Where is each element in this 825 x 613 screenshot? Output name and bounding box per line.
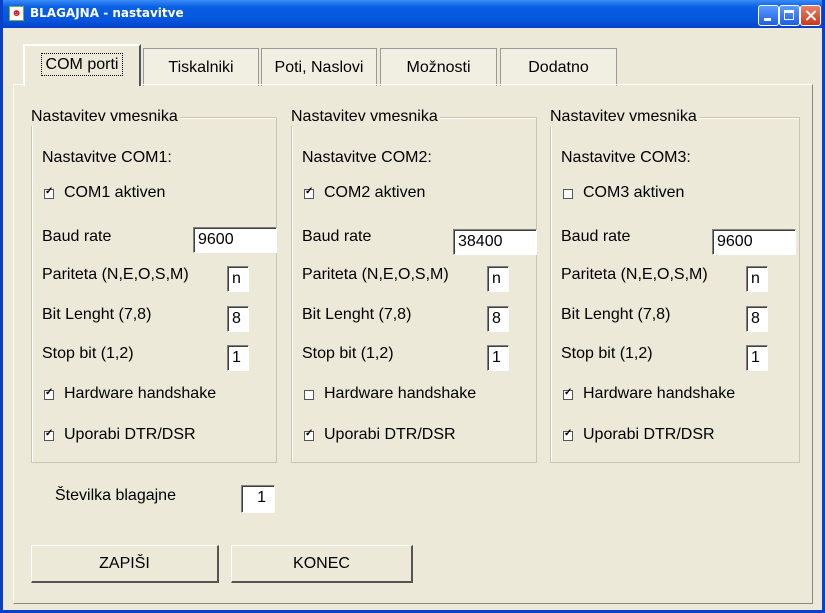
com3-dtr-label[interactable]: Uporabi DTR/DSR xyxy=(583,426,715,444)
com2-parity-input[interactable]: n xyxy=(487,266,509,292)
com2-baud-label: Baud rate xyxy=(302,228,372,245)
com1-group: Nastavitev vmesnika Nastavitve COM1: COM… xyxy=(29,108,277,463)
register-number-label: Številka blagajne xyxy=(55,487,176,504)
maximize-button[interactable] xyxy=(779,5,800,26)
tab-options-label: Možnosti xyxy=(406,59,471,76)
com1-active-label[interactable]: COM1 aktiven xyxy=(64,184,165,202)
com3-hw-label[interactable]: Hardware handshake xyxy=(583,385,735,403)
tab-paths-label: Poti, Naslovi xyxy=(274,59,364,76)
com2-dtr-checkbox[interactable] xyxy=(304,428,314,441)
com2-hw-checkbox[interactable] xyxy=(304,390,314,400)
tab-options[interactable]: Možnosti xyxy=(380,48,497,86)
com1-baud-input[interactable]: 9600 xyxy=(193,227,277,253)
com3-group-title: Nastavitev vmesnika xyxy=(548,108,699,126)
com2-active-checkbox[interactable] xyxy=(304,186,314,199)
com1-dtr-checkbox[interactable] xyxy=(44,428,54,441)
com3-dtr-checkbox[interactable] xyxy=(563,428,573,441)
minimize-button[interactable] xyxy=(758,5,779,26)
com3-parity-input[interactable]: n xyxy=(746,266,768,292)
settings-window: ☻ BLAGAJNA - nastavitve COM porti Tiskal… xyxy=(0,0,825,613)
com1-baud-label: Baud rate xyxy=(42,228,112,245)
com1-hw-checkbox[interactable] xyxy=(44,387,54,400)
com3-bits-input[interactable]: 8 xyxy=(746,306,768,332)
window-subtitle: - nastavitve xyxy=(99,6,184,20)
com1-hw-label[interactable]: Hardware handshake xyxy=(64,385,216,403)
com2-baud-input[interactable]: 38400 xyxy=(453,229,537,255)
save-button[interactable]: ZAPIŠI xyxy=(31,545,219,583)
com1-active-checkbox[interactable] xyxy=(44,186,54,199)
com2-stop-label: Stop bit (1,2) xyxy=(302,345,394,362)
com2-heading: Nastavitve COM2: xyxy=(302,149,432,166)
com1-bits-input[interactable]: 8 xyxy=(227,306,249,332)
tab-extras[interactable]: Dodatno xyxy=(500,48,617,86)
com3-baud-label: Baud rate xyxy=(561,228,631,245)
tab-com-ports[interactable]: COM porti xyxy=(23,44,141,86)
com2-parity-label: Pariteta (N,E,O,S,M) xyxy=(302,266,449,283)
com2-active-label[interactable]: COM2 aktiven xyxy=(324,184,425,202)
com1-group-title: Nastavitev vmesnika xyxy=(29,108,180,126)
tab-com-ports-label: COM porti xyxy=(40,53,124,76)
tab-printers-label: Tiskalniki xyxy=(168,59,234,76)
com3-active-checkbox[interactable] xyxy=(563,189,573,199)
com3-hw-checkbox[interactable] xyxy=(563,387,573,400)
com2-bits-label: Bit Lenght (7,8) xyxy=(302,306,412,323)
com1-stop-input[interactable]: 1 xyxy=(227,345,249,371)
tab-extras-label: Dodatno xyxy=(528,59,589,76)
com2-bits-input[interactable]: 8 xyxy=(487,306,509,332)
exit-button[interactable]: KONEC xyxy=(231,545,413,583)
com3-heading: Nastavitve COM3: xyxy=(561,149,691,166)
tab-printers[interactable]: Tiskalniki xyxy=(143,48,259,86)
com1-dtr-label[interactable]: Uporabi DTR/DSR xyxy=(64,426,196,444)
com2-hw-label[interactable]: Hardware handshake xyxy=(324,385,476,403)
register-number-input[interactable]: 1 xyxy=(241,485,275,513)
com1-parity-input[interactable]: n xyxy=(227,266,249,292)
app-icon[interactable]: ☻ xyxy=(9,6,24,21)
com1-parity-label: Pariteta (N,E,O,S,M) xyxy=(42,266,189,283)
com2-group: Nastavitev vmesnika Nastavitve COM2: COM… xyxy=(289,108,537,463)
com3-stop-label: Stop bit (1,2) xyxy=(561,345,653,362)
com1-heading: Nastavitve COM1: xyxy=(42,149,172,166)
com1-bits-label: Bit Lenght (7,8) xyxy=(42,306,152,323)
com2-group-title: Nastavitev vmesnika xyxy=(289,108,440,126)
com3-parity-label: Pariteta (N,E,O,S,M) xyxy=(561,266,708,283)
com1-stop-label: Stop bit (1,2) xyxy=(42,345,134,362)
title-bar[interactable]: ☻ BLAGAJNA - nastavitve xyxy=(3,0,822,28)
com3-bits-label: Bit Lenght (7,8) xyxy=(561,306,671,323)
com2-stop-input[interactable]: 1 xyxy=(487,345,509,371)
window-app-name: BLAGAJNA xyxy=(30,6,100,20)
tab-paths-addresses[interactable]: Poti, Naslovi xyxy=(261,48,377,86)
com3-baud-input[interactable]: 9600 xyxy=(712,229,796,255)
window-title: BLAGAJNA - nastavitve xyxy=(30,6,184,20)
com3-stop-input[interactable]: 1 xyxy=(746,345,768,371)
com3-active-label[interactable]: COM3 aktiven xyxy=(583,184,684,202)
com2-dtr-label[interactable]: Uporabi DTR/DSR xyxy=(324,426,456,444)
com3-group: Nastavitev vmesnika Nastavitve COM3: COM… xyxy=(548,108,800,463)
close-window-button[interactable] xyxy=(800,5,821,26)
